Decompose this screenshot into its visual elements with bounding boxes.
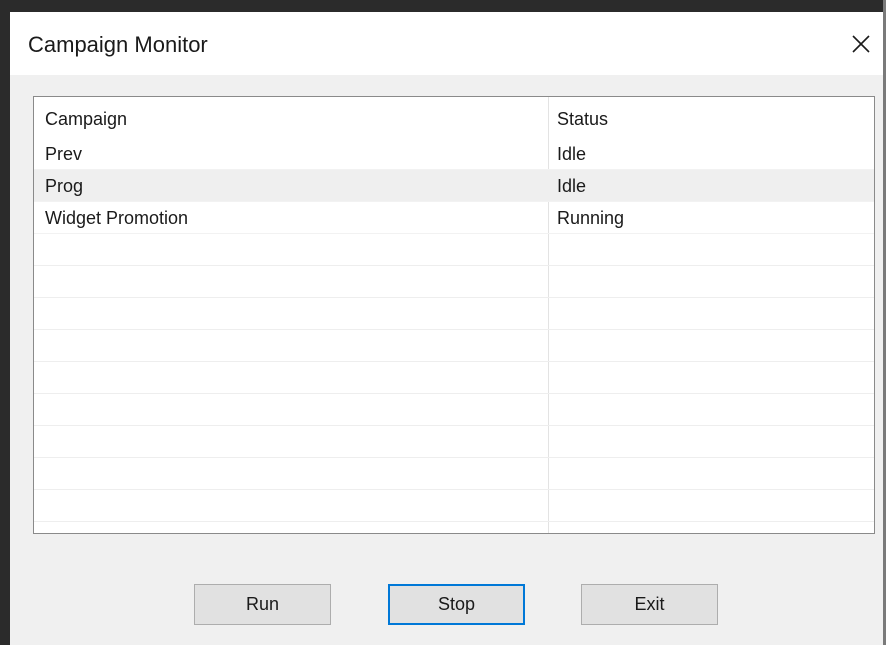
campaign-name: Prog [45, 176, 84, 196]
empty-row [34, 298, 874, 330]
campaign-status: Idle [557, 176, 587, 196]
column-header-status[interactable]: Status [557, 103, 608, 135]
empty-row [34, 234, 874, 266]
list-header: Campaign Status [34, 103, 874, 135]
empty-row [34, 426, 874, 458]
table-row[interactable]: Prev Idle [34, 138, 874, 170]
table-row[interactable]: Prog Idle [34, 170, 874, 202]
table-row[interactable]: Widget Promotion Running [34, 202, 874, 234]
empty-row [34, 330, 874, 362]
campaign-status: Idle [557, 144, 587, 164]
window-top-border [0, 0, 886, 12]
campaign-name: Prev [45, 144, 83, 164]
stop-button[interactable]: Stop [388, 584, 525, 625]
empty-row [34, 362, 874, 394]
exit-button[interactable]: Exit [581, 584, 718, 625]
campaign-list[interactable]: Campaign Status Prev Idle Prog Idle Widg… [33, 96, 875, 534]
title-bar[interactable]: Campaign Monitor [10, 12, 883, 75]
campaign-status: Running [557, 208, 625, 228]
campaign-monitor-window: Campaign Monitor Campaign Status Prev Id… [0, 0, 886, 645]
column-header-campaign[interactable]: Campaign [45, 103, 127, 135]
close-button[interactable] [843, 26, 879, 62]
window-title: Campaign Monitor [28, 32, 208, 57]
empty-row [34, 394, 874, 426]
window-left-border [0, 0, 10, 645]
campaign-name: Widget Promotion [45, 208, 189, 228]
run-button[interactable]: Run [194, 584, 331, 625]
empty-row [34, 458, 874, 490]
empty-row [34, 490, 874, 522]
close-icon [852, 35, 870, 53]
empty-row [34, 266, 874, 298]
